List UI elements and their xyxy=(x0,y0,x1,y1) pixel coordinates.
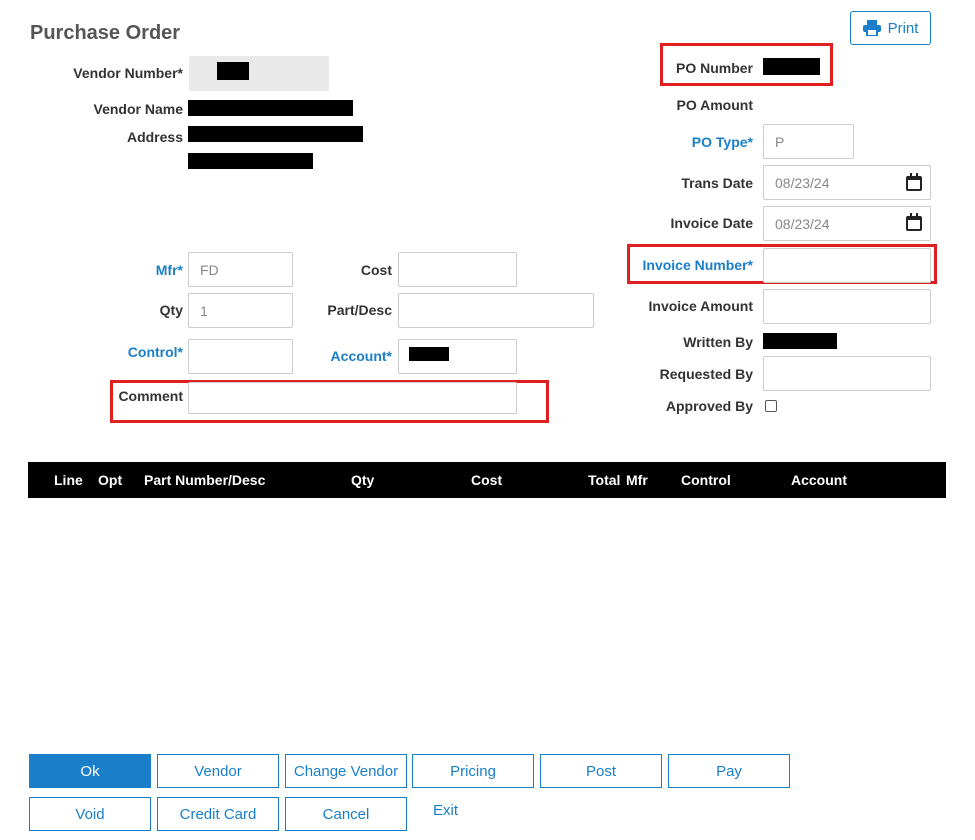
pricing-button[interactable]: Pricing xyxy=(412,754,534,788)
invoice-amount-field[interactable] xyxy=(763,289,931,324)
column-account[interactable]: Account xyxy=(791,462,847,498)
account-label: Account* xyxy=(330,348,392,364)
control-label: Control* xyxy=(127,344,183,360)
cost-field[interactable] xyxy=(398,252,517,287)
approved-by-label: Approved By xyxy=(665,398,753,414)
part-desc-field[interactable] xyxy=(398,293,594,328)
column-part-number-desc[interactable]: Part Number/Desc xyxy=(144,462,265,498)
qty-value: 1 xyxy=(200,302,208,319)
po-amount-label: PO Amount xyxy=(676,97,753,113)
approved-by-checkbox[interactable] xyxy=(765,400,777,412)
qty-field[interactable]: 1 xyxy=(188,293,293,328)
column-opt[interactable]: Opt xyxy=(98,462,122,498)
print-label: Print xyxy=(887,19,919,37)
print-button[interactable]: Print xyxy=(850,11,931,45)
mfr-value: FD xyxy=(200,261,219,278)
exit-link[interactable]: Exit xyxy=(433,802,458,819)
calendar-icon[interactable] xyxy=(906,173,922,191)
address-label: Address xyxy=(126,129,183,145)
redacted-account xyxy=(409,347,449,361)
vendor-number-field[interactable] xyxy=(189,56,329,91)
redacted-vendor-number xyxy=(217,62,249,80)
part-desc-label: Part/Desc xyxy=(327,302,392,318)
calendar-icon[interactable] xyxy=(906,213,922,231)
trans-date-label: Trans Date xyxy=(681,175,753,191)
po-type-field[interactable]: P xyxy=(763,124,854,159)
control-field[interactable] xyxy=(188,339,293,374)
vendor-number-label: Vendor Number* xyxy=(73,65,183,81)
column-qty[interactable]: Qty xyxy=(351,462,374,498)
page-title: Purchase Order xyxy=(30,22,181,44)
written-by-label: Written By xyxy=(683,334,753,350)
invoice-amount-label: Invoice Amount xyxy=(648,298,754,314)
column-line[interactable]: Line xyxy=(54,462,83,498)
po-number-label: PO Number xyxy=(675,60,753,76)
post-button[interactable]: Post xyxy=(540,754,662,788)
printer-icon xyxy=(862,20,881,36)
invoice-number-field[interactable] xyxy=(763,248,931,283)
column-control[interactable]: Control xyxy=(681,462,731,498)
ok-button[interactable]: Ok xyxy=(29,754,151,788)
comment-field[interactable] xyxy=(188,382,517,414)
requested-by-label: Requested By xyxy=(659,366,753,382)
invoice-date-value: 08/23/24 xyxy=(775,215,830,232)
credit-card-button[interactable]: Credit Card xyxy=(157,797,279,831)
cancel-button[interactable]: Cancel xyxy=(285,797,407,831)
invoice-number-label: Invoice Number* xyxy=(642,257,753,273)
redacted-address-line-1 xyxy=(188,126,363,142)
line-items-grid-header: Line Opt Part Number/Desc Qty Cost Total… xyxy=(28,462,946,498)
column-mfr[interactable]: Mfr xyxy=(626,462,648,498)
pay-button[interactable]: Pay xyxy=(668,754,790,788)
mfr-label: Mfr* xyxy=(155,262,183,278)
mfr-field[interactable]: FD xyxy=(188,252,293,287)
vendor-name-label: Vendor Name xyxy=(93,101,183,117)
change-vendor-button[interactable]: Change Vendor xyxy=(285,754,407,788)
redacted-address-line-2 xyxy=(188,153,313,169)
po-type-label: PO Type* xyxy=(691,134,753,150)
column-total[interactable]: Total xyxy=(588,462,620,498)
qty-label: Qty xyxy=(159,302,183,318)
redacted-vendor-name xyxy=(188,100,353,116)
po-type-value: P xyxy=(775,133,785,150)
void-button[interactable]: Void xyxy=(29,797,151,831)
invoice-date-label: Invoice Date xyxy=(670,215,753,231)
vendor-button[interactable]: Vendor xyxy=(157,754,279,788)
comment-label: Comment xyxy=(118,388,183,404)
requested-by-field[interactable] xyxy=(763,356,931,391)
trans-date-value: 08/23/24 xyxy=(775,174,830,191)
redacted-po-number xyxy=(763,58,820,75)
redacted-written-by xyxy=(763,333,837,349)
cost-label: Cost xyxy=(360,262,392,278)
column-cost[interactable]: Cost xyxy=(471,462,502,498)
